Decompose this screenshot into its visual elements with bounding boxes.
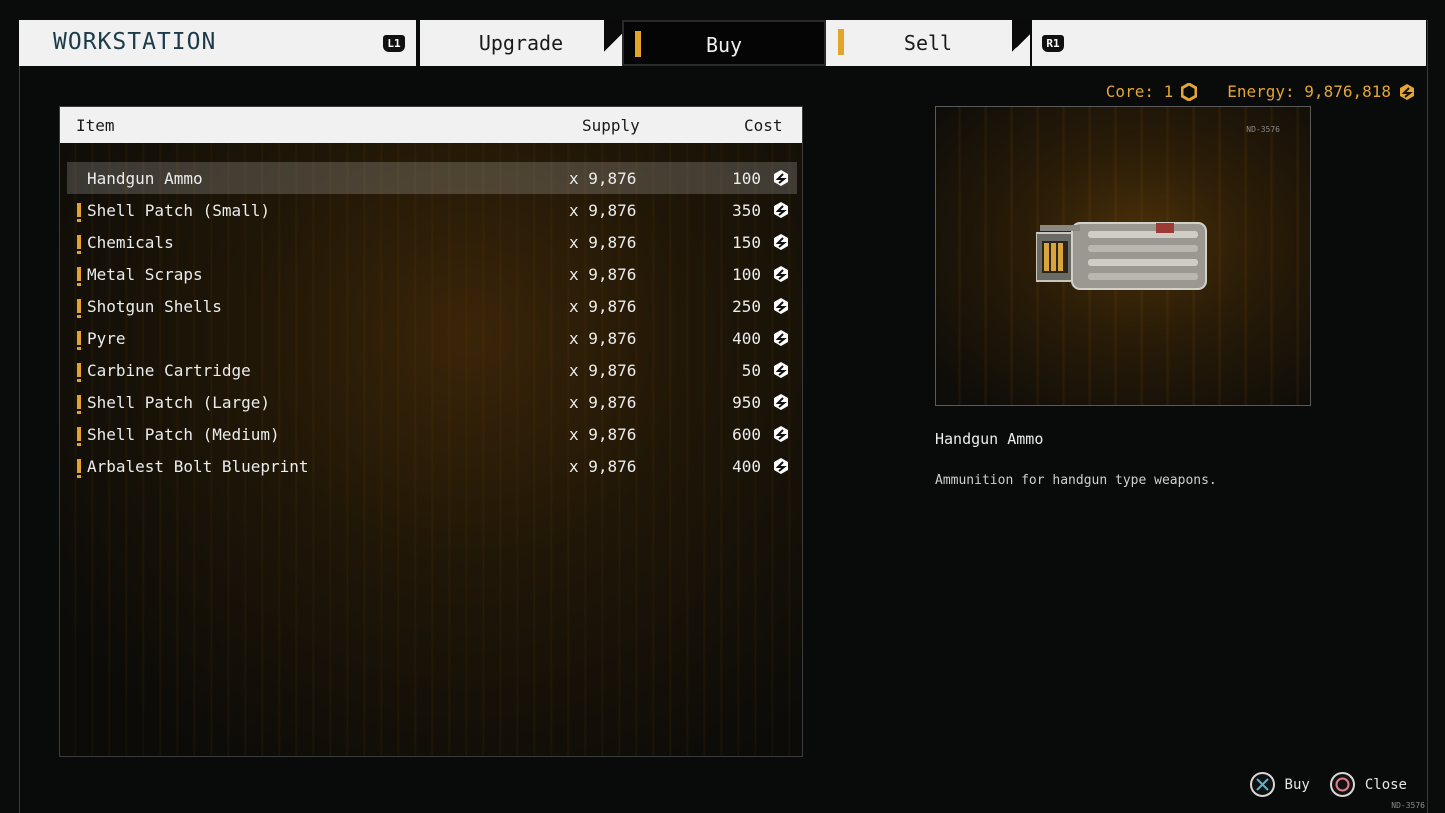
core-currency: Core: 1: [1105, 82, 1198, 101]
table-row[interactable]: Shotgun Shells x 9,876 250: [67, 290, 797, 322]
row-cost: 400: [732, 457, 761, 476]
energy-hex-icon: [774, 170, 788, 186]
item-detail-description: Ammunition for handgun type weapons.: [935, 473, 1217, 488]
alert-icon: [77, 203, 81, 222]
row-item-name: Shell Patch (Small): [87, 201, 271, 220]
tab-notch: [604, 20, 622, 66]
energy-label: Energy: 9,876,818: [1227, 82, 1391, 101]
row-supply: x 9,876: [569, 457, 637, 476]
table-row[interactable]: Shell Patch (Small) x 9,876 350: [67, 194, 797, 226]
row-supply: x 9,876: [569, 201, 637, 220]
row-supply: x 9,876: [569, 169, 637, 188]
row-supply: x 9,876: [569, 361, 637, 380]
buy-prompt-label: Buy: [1284, 776, 1310, 793]
row-cost: 600: [732, 425, 761, 444]
table-row[interactable]: Pyre x 9,876 400: [67, 322, 797, 354]
energy-hex-icon: [774, 202, 788, 218]
table-row[interactable]: Handgun Ammo x 9,876 100: [67, 162, 797, 194]
energy-hex-icon: [774, 362, 788, 378]
energy-hex-icon: [774, 458, 788, 474]
table-row[interactable]: Metal Scraps x 9,876 100: [67, 258, 797, 290]
title-tab: WORKSTATION L1: [19, 20, 416, 66]
buy-prompt[interactable]: Buy: [1249, 772, 1310, 797]
alert-icon: [77, 395, 81, 414]
energy-hex-icon: [774, 330, 788, 346]
core-hex-icon: [1181, 82, 1198, 101]
build-code: ND-3576: [1391, 801, 1425, 810]
row-item-name: Metal Scraps: [87, 265, 203, 284]
close-prompt[interactable]: Close: [1329, 772, 1407, 797]
alert-icon: [77, 363, 81, 382]
tab-sell-label: Sell: [903, 31, 953, 55]
currency-display: Core: 1 Energy: 9,876,818: [1084, 82, 1415, 101]
page-title: WORKSTATION: [53, 29, 217, 55]
row-cost: 100: [732, 169, 761, 188]
energy-hex-icon: [774, 426, 788, 442]
row-cost: 100: [732, 265, 761, 284]
row-cost: 250: [732, 297, 761, 316]
item-detail-name: Handgun Ammo: [935, 430, 1044, 448]
core-label: Core: 1: [1105, 82, 1174, 101]
alert-icon: [77, 331, 81, 350]
table-header: Item Supply Cost: [60, 107, 802, 143]
row-supply: x 9,876: [569, 425, 637, 444]
row-item-name: Shotgun Shells: [87, 297, 222, 316]
r1-shoulder-icon[interactable]: R1: [1042, 35, 1064, 52]
energy-hex-icon: [1400, 83, 1414, 100]
table-row[interactable]: Arbalest Bolt Blueprint x 9,876 400: [67, 450, 797, 482]
row-supply: x 9,876: [569, 393, 637, 412]
tab-notch: [1012, 20, 1030, 66]
table-row[interactable]: Shell Patch (Medium) x 9,876 600: [67, 418, 797, 450]
table-row[interactable]: Carbine Cartridge x 9,876 50: [67, 354, 797, 386]
item-preview: ND-3576: [935, 106, 1311, 406]
column-supply: Supply: [582, 116, 640, 135]
row-supply: x 9,876: [569, 233, 637, 252]
item-list-panel: Item Supply Cost Handgun Ammo x 9,876 100 S…: [59, 106, 803, 757]
row-item-name: Shell Patch (Medium): [87, 425, 280, 444]
row-cost: 950: [732, 393, 761, 412]
tab-buy-label: Buy: [705, 33, 743, 57]
table-row[interactable]: Chemicals x 9,876 150: [67, 226, 797, 258]
column-cost: Cost: [744, 116, 783, 135]
header-bar: WORKSTATION L1 Upgrade Buy Sell R1: [19, 20, 1426, 66]
row-supply: x 9,876: [569, 265, 637, 284]
row-item-name: Chemicals: [87, 233, 174, 252]
table-row[interactable]: Shell Patch (Large) x 9,876 950: [67, 386, 797, 418]
row-item-name: Carbine Cartridge: [87, 361, 251, 380]
preview-code: ND-3576: [1246, 125, 1280, 134]
alert-icon: [77, 427, 81, 446]
row-item-name: Pyre: [87, 329, 126, 348]
alert-icon: [77, 267, 81, 286]
energy-hex-icon: [774, 394, 788, 410]
button-prompts: Buy Close: [1230, 772, 1407, 797]
tab-upgrade-label: Upgrade: [478, 31, 564, 55]
energy-hex-icon: [774, 234, 788, 250]
alert-icon: [77, 299, 81, 318]
row-cost: 350: [732, 201, 761, 220]
row-cost: 50: [741, 361, 761, 380]
column-item: Item: [76, 116, 115, 135]
row-supply: x 9,876: [569, 329, 637, 348]
energy-hex-icon: [774, 266, 788, 282]
l1-shoulder-icon[interactable]: L1: [383, 35, 405, 52]
row-supply: x 9,876: [569, 297, 637, 316]
row-cost: 400: [732, 329, 761, 348]
close-prompt-label: Close: [1364, 776, 1407, 793]
energy-hex-icon: [774, 298, 788, 314]
tab-sell[interactable]: Sell: [826, 20, 1030, 66]
tab-upgrade[interactable]: Upgrade: [420, 20, 622, 66]
tab-buy[interactable]: Buy: [622, 20, 826, 66]
cross-button-icon: [1249, 772, 1275, 797]
row-item-name: Handgun Ammo: [87, 169, 203, 188]
handgun-ammo-image: [1036, 222, 1207, 290]
alert-icon: [77, 459, 81, 478]
alert-icon: [77, 235, 81, 254]
energy-currency: Energy: 9,876,818: [1227, 82, 1415, 101]
circle-button-icon: [1329, 772, 1355, 797]
row-item-name: Shell Patch (Large): [87, 393, 271, 412]
header-right-area: R1: [1032, 20, 1426, 66]
row-item-name: Arbalest Bolt Blueprint: [87, 457, 309, 476]
row-cost: 150: [732, 233, 761, 252]
